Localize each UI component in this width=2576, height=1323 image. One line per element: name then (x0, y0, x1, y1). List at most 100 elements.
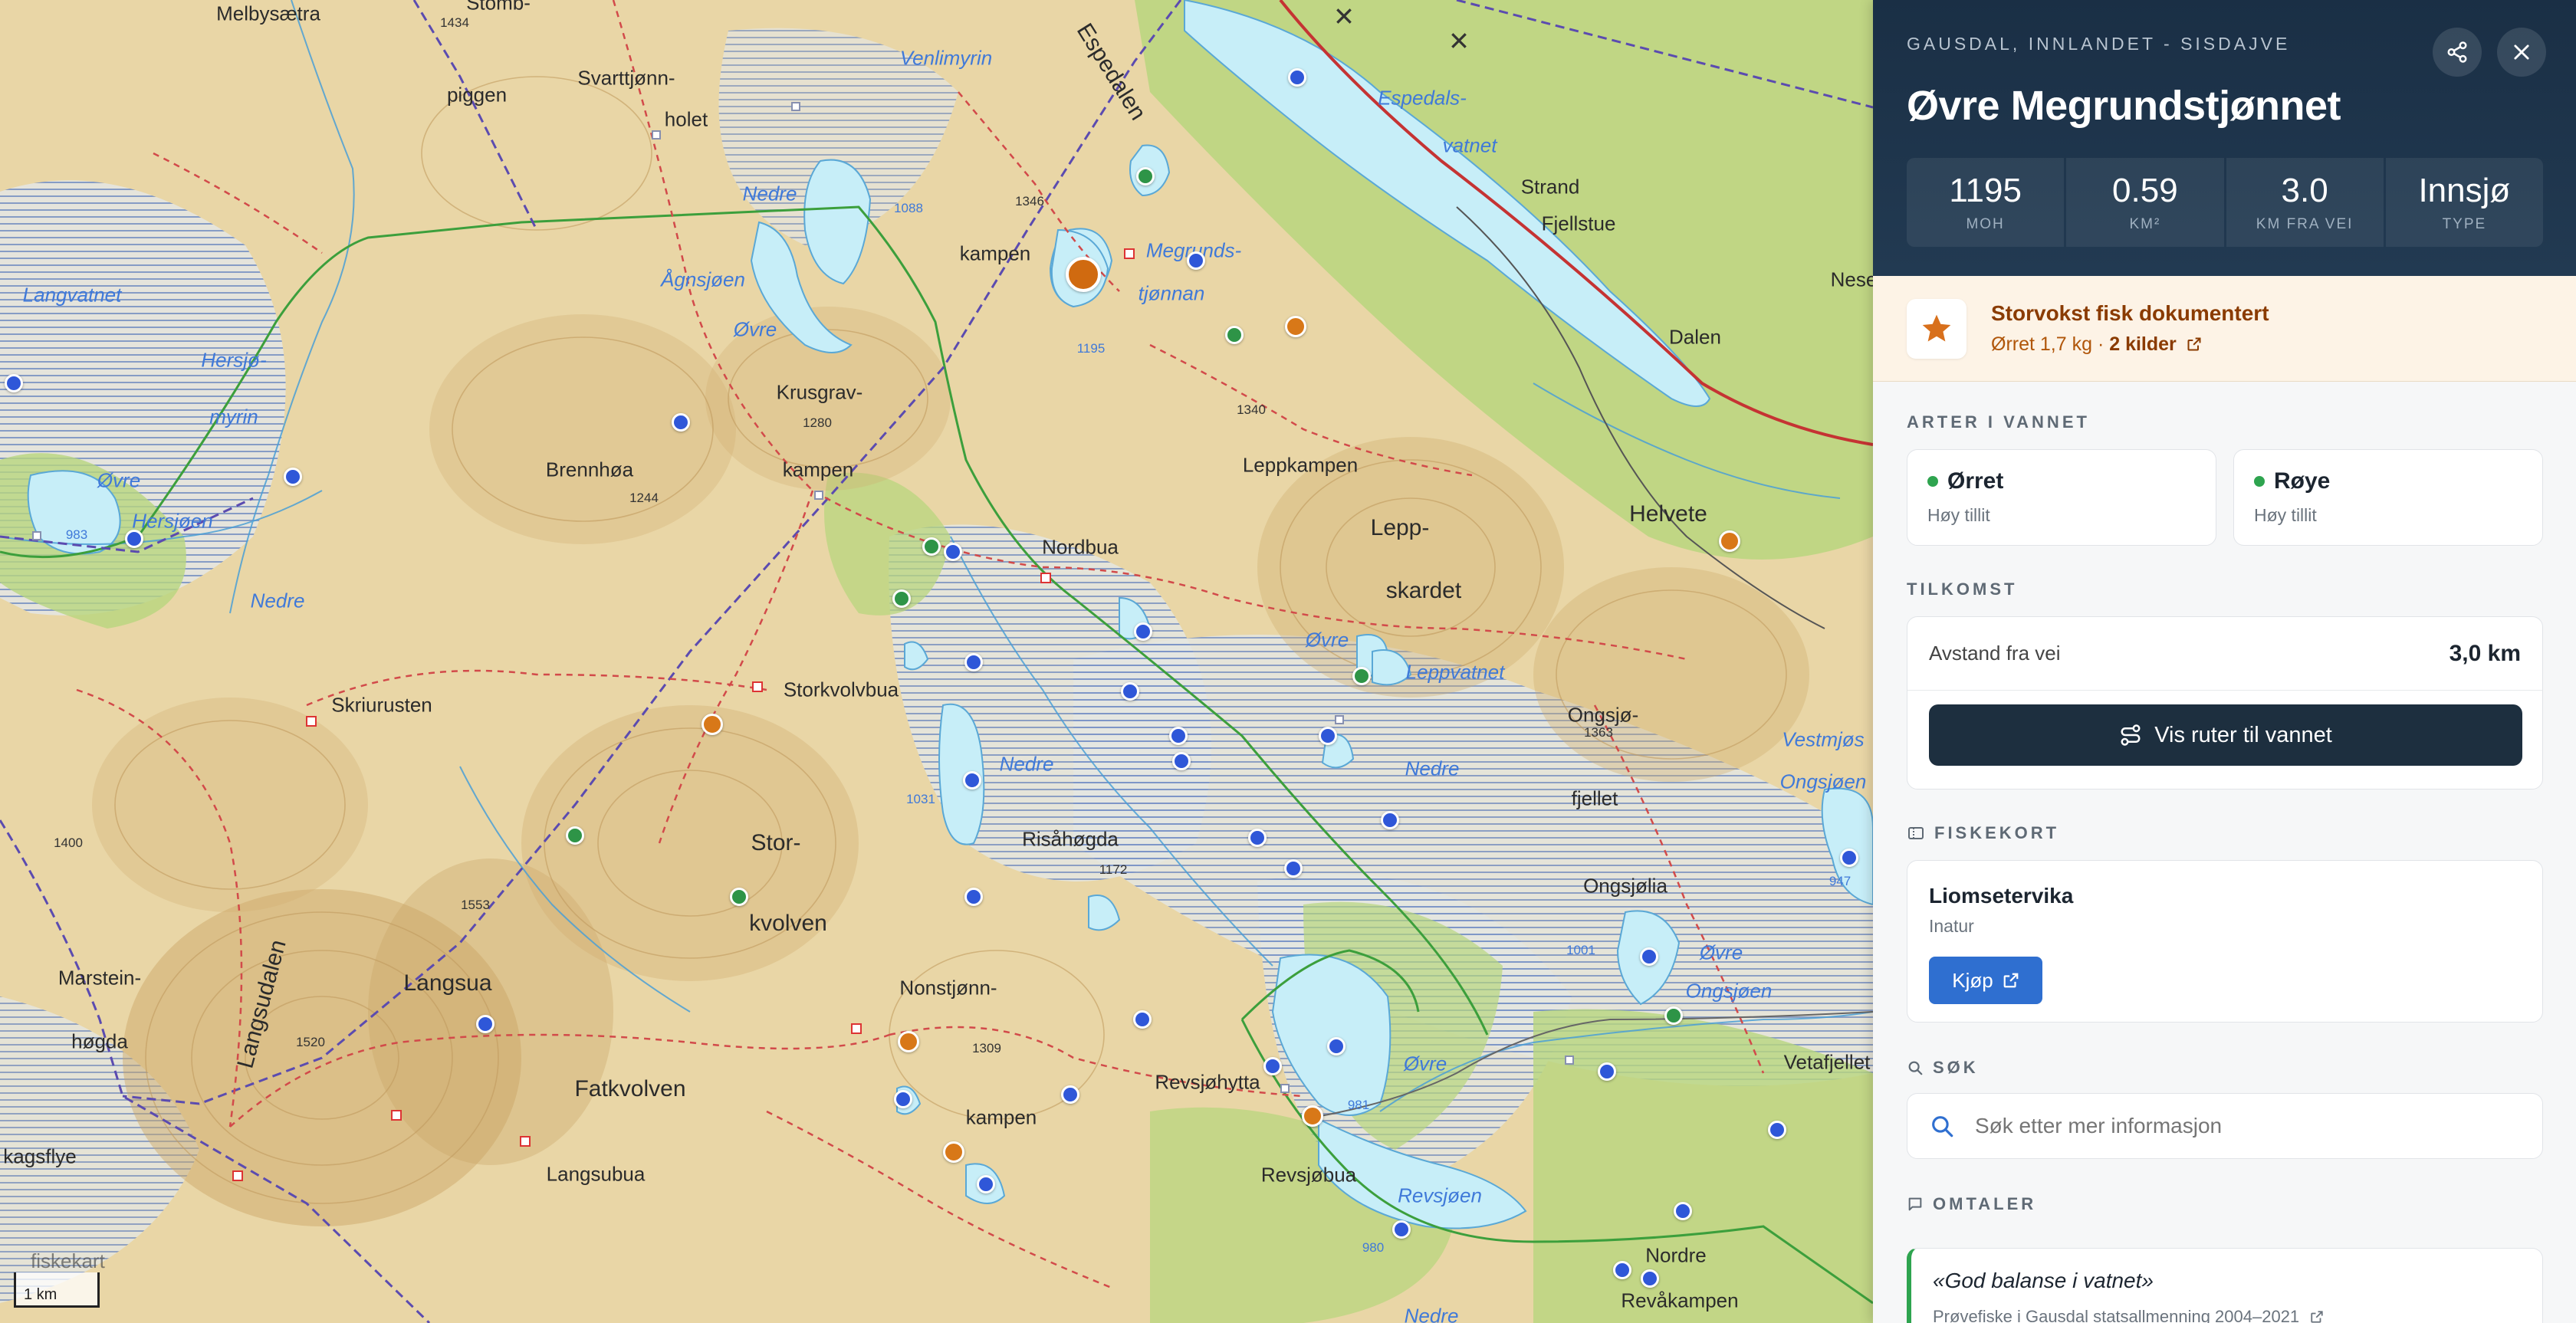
lake-marker[interactable] (1172, 752, 1191, 770)
hut-icon[interactable] (232, 1170, 243, 1181)
share-button[interactable] (2433, 28, 2482, 77)
stat-type: Innsjø TYPE (2385, 158, 2543, 247)
hut-icon[interactable] (306, 716, 317, 727)
lake-marker[interactable] (1248, 829, 1267, 847)
lake-marker[interactable] (1225, 326, 1244, 344)
lake-marker[interactable] (898, 1031, 919, 1052)
cabin-icon[interactable] (652, 130, 661, 140)
lake-marker[interactable] (1284, 859, 1303, 878)
lake-marker[interactable] (1136, 167, 1155, 185)
map-label: Langsua (403, 970, 492, 996)
lake-marker[interactable] (1134, 622, 1152, 641)
review-card[interactable]: «God balanse i vatnet» Prøvefiske i Gaus… (1907, 1248, 2543, 1323)
lake-marker[interactable] (1285, 316, 1306, 337)
map-label: Storkvolvbua (783, 678, 899, 701)
hut-icon[interactable] (851, 1023, 862, 1034)
cabin-icon[interactable] (814, 491, 823, 500)
search-input[interactable] (1975, 1114, 2521, 1138)
lake-marker[interactable] (922, 537, 941, 556)
lake-marker[interactable] (1719, 530, 1740, 552)
license-vendor: Inatur (1929, 916, 1974, 936)
fishing-license-label: FISKEKORT (1934, 823, 2060, 842)
lake-marker[interactable] (1768, 1121, 1786, 1139)
lake-marker[interactable] (963, 771, 981, 790)
species-card-orret[interactable]: Ørret Høy tillit (1907, 449, 2216, 546)
map-canvas[interactable]: Melbysætra Stomb- 1434 Svarttjønn-piggen hol… (0, 0, 1873, 1323)
lake-marker[interactable] (1133, 1010, 1152, 1029)
cabin-icon[interactable] (32, 531, 41, 540)
cabin-icon[interactable] (1335, 715, 1344, 724)
lake-marker[interactable] (1381, 811, 1399, 829)
map-label: Revåkampen (1621, 1289, 1739, 1312)
map-label: Nonstjønn- (899, 976, 997, 1000)
map-label: 1553 (461, 898, 490, 912)
cabin-icon[interactable] (1280, 1084, 1290, 1093)
confidence-dot (1927, 476, 1938, 487)
lake-marker[interactable] (894, 1090, 912, 1108)
sources-link[interactable]: 2 kilder (2109, 333, 2177, 355)
map-attribution: fiskekart (31, 1249, 105, 1272)
lake-marker[interactable] (1352, 667, 1371, 685)
hut-icon[interactable] (1040, 573, 1051, 583)
close-button[interactable] (2497, 28, 2546, 77)
lake-stats: 1195 MOH 0.59 KM² 3.0 KM FRA VEI Innsjø … (1907, 158, 2543, 247)
lake-marker[interactable] (964, 888, 983, 906)
lake-marker[interactable] (476, 1015, 495, 1033)
lake-marker[interactable] (1598, 1062, 1616, 1081)
distance-value: 3,0 km (2449, 640, 2521, 666)
lake-marker[interactable] (5, 374, 23, 392)
show-routes-button[interactable]: Vis ruter til vannet (1929, 704, 2522, 766)
lake-marker[interactable] (964, 653, 983, 671)
lake-marker[interactable] (1613, 1261, 1631, 1279)
map-label: Ågnsjøen (661, 268, 745, 291)
map-label: Nedre (1405, 757, 1460, 780)
lake-marker[interactable] (943, 1141, 964, 1163)
map-label: Øvre (1403, 1052, 1447, 1075)
cabin-icon[interactable] (791, 102, 800, 111)
buy-license-button[interactable]: Kjøp (1929, 957, 2042, 1004)
lake-marker[interactable] (892, 589, 911, 608)
lake-marker[interactable] (1169, 727, 1188, 745)
lake-marker[interactable] (944, 543, 962, 561)
map-label: fjellet (1571, 786, 1618, 810)
lake-marker[interactable] (1288, 68, 1306, 87)
lake-marker[interactable] (1302, 1105, 1323, 1127)
lake-marker[interactable] (730, 888, 748, 906)
lake-marker[interactable] (1319, 727, 1337, 745)
lake-marker[interactable] (1061, 1085, 1079, 1104)
map-label: Brennhøa (545, 458, 634, 481)
cabin-icon[interactable] (1565, 1055, 1574, 1065)
hut-icon[interactable] (391, 1110, 402, 1121)
lake-marker[interactable] (1674, 1202, 1692, 1220)
hut-icon[interactable] (1124, 248, 1135, 259)
lake-marker[interactable] (1121, 682, 1139, 701)
map-label: Nedre (999, 752, 1054, 776)
map-label: 1363 (1584, 725, 1613, 740)
map-label: Leppvatnet (1405, 660, 1505, 684)
lake-marker[interactable] (672, 413, 690, 432)
lake-marker[interactable] (1392, 1220, 1411, 1239)
lake-marker[interactable] (1840, 849, 1858, 867)
lake-marker[interactable] (1640, 947, 1658, 966)
lake-marker[interactable] (702, 714, 723, 735)
lake-marker[interactable] (566, 826, 584, 845)
lake-marker[interactable] (284, 468, 302, 486)
lake-marker[interactable] (1664, 1006, 1683, 1025)
lake-marker[interactable] (1187, 251, 1205, 270)
lake-marker[interactable] (1263, 1057, 1282, 1075)
stat-value: 3.0 (2281, 172, 2328, 209)
hut-icon[interactable] (752, 681, 763, 692)
hut-icon[interactable] (520, 1136, 531, 1147)
species-card-roye[interactable]: Røye Høy tillit (2233, 449, 2543, 546)
lake-marker[interactable] (125, 530, 143, 548)
map-label: 1520 (296, 1035, 325, 1049)
map-label: Ongsjøen (1685, 979, 1773, 1003)
map-label: 1309 (972, 1041, 1001, 1055)
selected-lake-marker[interactable] (1066, 257, 1101, 292)
lake-marker[interactable] (977, 1175, 995, 1193)
star-icon (1907, 298, 1967, 359)
lake-marker[interactable] (1641, 1269, 1659, 1288)
search-box[interactable] (1907, 1093, 2543, 1159)
review-source: Prøvefiske i Gausdal statsallmenning 200… (1933, 1307, 2521, 1323)
lake-marker[interactable] (1327, 1037, 1346, 1055)
